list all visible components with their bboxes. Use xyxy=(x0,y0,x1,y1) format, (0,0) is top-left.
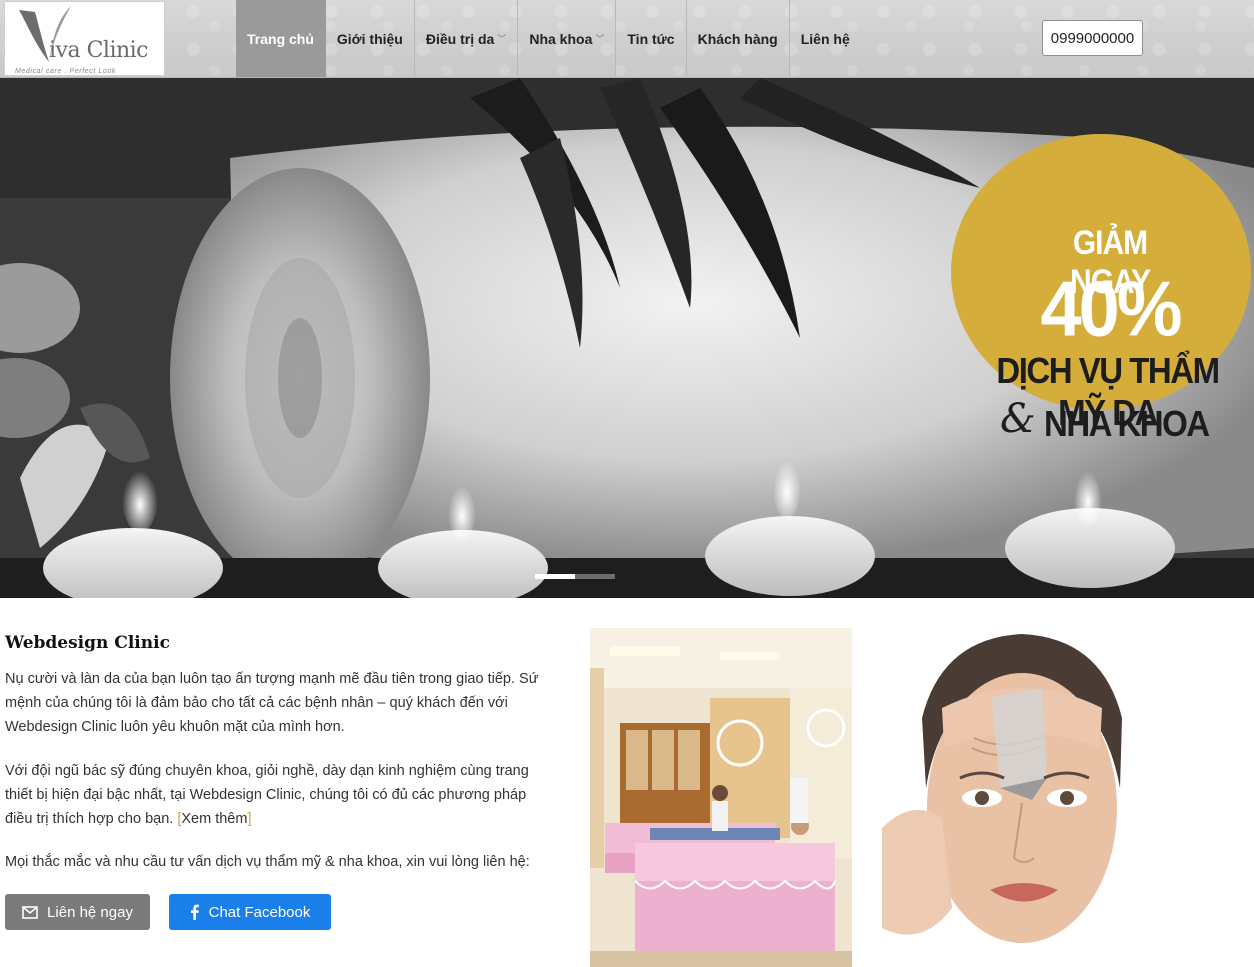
contact-paragraph: Mọi thắc mắc và nhu cầu tư vấn dịch vụ t… xyxy=(5,854,530,870)
contact-now-button[interactable]: Liên hệ ngay xyxy=(5,894,150,930)
nav-item-skin-treatment[interactable]: Điều trị da ﹀ xyxy=(415,0,519,77)
chevron-down-icon: ﹀ xyxy=(595,34,605,44)
nav-item-dentistry[interactable]: Nha khoa ﹀ xyxy=(518,0,617,77)
team-paragraph-text: Với đội ngũ bác sỹ đúng chuyên khoa, giỏ… xyxy=(5,763,529,827)
slider-dot[interactable] xyxy=(535,574,575,579)
logo-tagline: Medical care . Perfect Look xyxy=(15,68,117,75)
logo[interactable]: iva Clinic Medical care . Perfect Look xyxy=(4,1,165,76)
nav-item-home[interactable]: Trang chủ xyxy=(236,0,326,77)
nav-label: Liên hệ xyxy=(800,30,850,47)
nav-item-about[interactable]: Giới thiệu xyxy=(326,0,415,77)
promo-ampersand: & xyxy=(1000,396,1036,442)
contact-now-label: Liên hệ ngay xyxy=(47,903,133,921)
nav-label: Khách hàng xyxy=(697,30,778,47)
facebook-icon xyxy=(190,904,199,920)
nav-label: Điều trị da xyxy=(425,30,495,47)
skin-care-model-photo xyxy=(882,628,1145,967)
site-header: iva Clinic Medical care . Perfect Look T… xyxy=(0,0,1254,78)
nav-item-news[interactable]: Tin tức xyxy=(616,0,687,77)
logo-text: iva Clinic xyxy=(49,38,149,63)
nav-item-customers[interactable]: Khách hàng xyxy=(687,0,790,77)
team-paragraph: Với đội ngũ bác sỹ đúng chuyên khoa, giỏ… xyxy=(5,759,555,831)
section-title: Webdesign Clinic xyxy=(5,633,170,653)
main-nav: Trang chủ Giới thiệu Điều trị da ﹀ Nha kh… xyxy=(236,0,861,77)
slider-dots xyxy=(535,574,615,579)
chat-facebook-button[interactable]: Chat Facebook xyxy=(169,894,331,930)
nav-label: Tin tức xyxy=(627,30,675,47)
clinic-room-photo xyxy=(590,628,852,967)
nav-label: Giới thiệu xyxy=(336,30,403,47)
read-more-link[interactable]: Xem thêm xyxy=(181,811,247,827)
promo-discount: 40% xyxy=(1040,264,1182,353)
nav-label: Trang chủ xyxy=(247,30,314,47)
chevron-down-icon: ﹀ xyxy=(497,34,507,44)
phone-button[interactable]: 0999000000 xyxy=(1042,20,1143,56)
chat-facebook-label: Chat Facebook xyxy=(208,903,311,921)
nav-item-contact[interactable]: Liên hệ xyxy=(790,0,861,77)
envelope-icon xyxy=(22,905,38,919)
nav-label: Nha khoa xyxy=(529,30,593,47)
hero-slider[interactable]: GIẢM NGAY 40% DỊCH VỤ THẨM MỸ DA & NHA K… xyxy=(0,78,1254,598)
promo-service-dental: NHA KHOA xyxy=(1044,403,1210,444)
intro-paragraph: Nụ cười và làn da của bạn luôn tạo ấn tư… xyxy=(5,671,539,735)
slider-dot[interactable] xyxy=(575,574,615,579)
bracket-close: ] xyxy=(247,811,252,827)
